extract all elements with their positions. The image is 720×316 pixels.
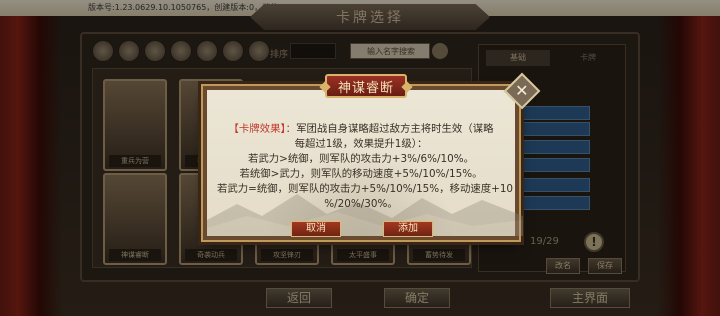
dialog-title-plate: 神谋睿断 [325, 74, 407, 98]
close-icon: ✕ [515, 81, 529, 100]
card-detail-dialog: 神谋睿断 ✕ 【卡牌效果】：军团战自身谋略超过敌方主将时生效（谋略 每超过1级，… [203, 72, 541, 240]
effect-line-5: 若武力=统御，则军队的攻击力+5%/10%/15%，移动速度+10 [217, 183, 514, 195]
effect-line-6: %/20%/30%。 [324, 198, 398, 210]
effect-tag: 【卡牌效果】： [228, 123, 297, 135]
effect-line-4: 若统御>武力，则军队的移动速度+5%/10%/15%。 [239, 168, 483, 180]
effect-line-3: 若武力>统御，则军队的攻击力+3%/6%/10%。 [248, 153, 474, 165]
cancel-button[interactable]: 取消 [291, 221, 341, 237]
effect-line-1: 【卡牌效果】：军团战自身谋略超过敌方主将时生效（谋略 [217, 122, 505, 137]
card-effect-text: 【卡牌效果】：军团战自身谋略超过敌方主将时生效（谋略 每超过1级，效果提升1级）… [217, 122, 514, 212]
dialog-title: 神谋睿断 [337, 80, 394, 96]
add-button[interactable]: 添加 [383, 221, 433, 237]
effect-text: 军团战自身谋略超过敌方主将时生效（谋略 [296, 123, 494, 135]
effect-line-2: 每超过1级，效果提升1级）： [294, 138, 428, 150]
